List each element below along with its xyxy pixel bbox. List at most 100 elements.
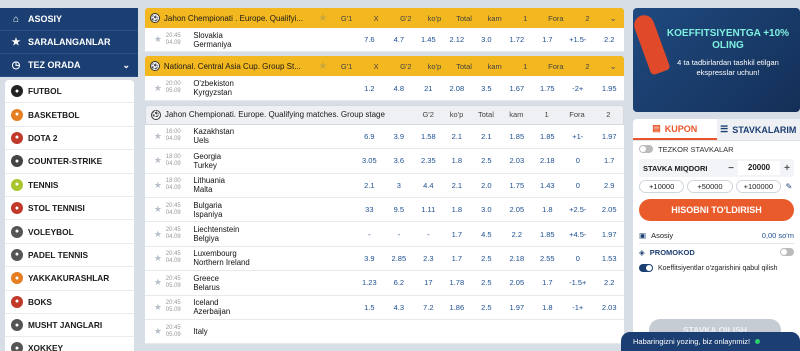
odds-cell[interactable]: 1.97 [594, 230, 624, 239]
favorite-star-icon[interactable]: ★ [150, 83, 166, 94]
odds-cell[interactable]: 1.85 [534, 230, 562, 239]
chevron-down-icon[interactable]: ⌄ [602, 61, 624, 72]
quick-amount-button[interactable]: +10000 [639, 180, 685, 193]
odds-cell[interactable]: 0 [561, 181, 594, 190]
odds-cell[interactable]: 2.12 [441, 35, 472, 44]
odds-cell[interactable]: 7.2 [416, 303, 442, 312]
odds-cell[interactable]: 1.8 [534, 303, 562, 312]
favorite-star-icon[interactable]: ★ [150, 155, 166, 166]
odds-cell[interactable]: 1.8 [441, 156, 472, 165]
odds-cell[interactable]: 2.5 [473, 254, 501, 263]
odds-cell[interactable]: 1.5 [357, 303, 383, 312]
odds-cell[interactable]: 2.03 [594, 303, 624, 312]
odds-cell[interactable]: 1.8 [534, 205, 562, 214]
odds-cell[interactable]: -2+ [561, 84, 594, 93]
match-row[interactable]: ★ 20:45 04.09 Liechtenstein Belgiya - - -1.7 4.5… [145, 222, 624, 247]
odds-cell[interactable]: +1- [561, 132, 594, 141]
odds-cell[interactable]: 2.5 [473, 156, 501, 165]
favorite-star-icon[interactable]: ★ [150, 253, 166, 264]
odds-cell[interactable]: 0 [561, 254, 594, 263]
odds-cell[interactable]: 2.35 [416, 156, 442, 165]
promocode-toggle[interactable] [780, 248, 794, 256]
sport-item[interactable]: ● MUSHT JANGLARI [5, 314, 134, 338]
odds-cell[interactable]: 2.55 [534, 254, 562, 263]
odds-cell[interactable]: 4.8 [382, 84, 415, 93]
league-header[interactable]: ⚽ Jahon Chempionati. Europe. Qualifying m… [145, 104, 624, 125]
match-row[interactable]: ★ 20:45 05.09 Italy [145, 319, 624, 345]
sport-item[interactable]: ● STOL TENNISI [5, 197, 134, 221]
favorite-star-icon[interactable]: ★ [312, 13, 334, 24]
stake-minus-button[interactable]: − [724, 163, 738, 174]
odds-cell[interactable]: 9.5 [382, 205, 415, 214]
odds-cell[interactable]: 1.97 [594, 132, 624, 141]
quick-amount-button[interactable]: +100000 [735, 180, 781, 193]
match-row[interactable]: ★ 18:00 04.09 Georgia Turkey 3.05 3.6 2.35 1.8 2.… [145, 149, 624, 174]
chevron-down-icon[interactable]: ⌄ [602, 13, 624, 24]
top-up-button[interactable]: HISOBNI TO'LDIRISH [639, 199, 794, 221]
odds-cell[interactable]: 2.03 [500, 156, 533, 165]
accept-odds-toggle[interactable] [639, 264, 653, 272]
odds-cell[interactable]: 3.05 [357, 156, 383, 165]
odds-cell[interactable]: 1.86 [441, 303, 472, 312]
odds-cell[interactable]: 1.85 [500, 132, 533, 141]
odds-cell[interactable]: +2.5- [561, 205, 594, 214]
odds-cell[interactable]: 2.85 [382, 254, 415, 263]
odds-cell[interactable]: 1.72 [500, 35, 533, 44]
odds-cell[interactable]: 1.7 [441, 254, 472, 263]
sport-item[interactable]: ● PADEL TENNIS [5, 244, 134, 268]
odds-cell[interactable]: 33 [357, 205, 383, 214]
odds-cell[interactable]: 2.1 [357, 181, 383, 190]
odds-cell[interactable]: 1.8 [441, 205, 472, 214]
odds-cell[interactable]: 3.0 [473, 205, 501, 214]
odds-cell[interactable]: 2.08 [441, 84, 472, 93]
odds-cell[interactable]: 6.9 [357, 132, 383, 141]
sport-item[interactable]: ● BOKS [5, 291, 134, 314]
odds-cell[interactable]: 4.7 [382, 35, 415, 44]
odds-cell[interactable]: 1.97 [500, 303, 533, 312]
odds-cell[interactable]: 4.4 [416, 181, 442, 190]
odds-cell[interactable]: +1.5- [561, 35, 594, 44]
odds-cell[interactable]: 6.2 [382, 278, 415, 287]
odds-cell[interactable]: 2.1 [473, 132, 501, 141]
nav-item-home[interactable]: ⌂ ASOSIY [0, 8, 138, 31]
favorite-star-icon[interactable]: ★ [150, 302, 166, 313]
odds-cell[interactable]: 1.43 [534, 181, 562, 190]
odds-cell[interactable]: 2.1 [441, 132, 472, 141]
odds-cell[interactable]: - [382, 230, 415, 239]
odds-cell[interactable]: 1.78 [441, 278, 472, 287]
favorite-star-icon[interactable]: ★ [150, 326, 166, 337]
stake-input[interactable]: 20000 [738, 161, 780, 175]
sport-item[interactable]: ● COUNTER-STRIKE [5, 150, 134, 174]
odds-cell[interactable]: 2.05 [500, 278, 533, 287]
odds-cell[interactable]: -1.5+ [561, 278, 594, 287]
sport-item[interactable]: ● VOLEYBOL [5, 220, 134, 244]
odds-cell[interactable]: 2.3 [416, 254, 442, 263]
match-row[interactable]: ★ 20:45 05.09 Iceland Azerbaijan 1.5 4.3 7.2 1.8… [145, 295, 624, 320]
promo-banner[interactable]: KOEFFITSIYENTGA +10% OLING 4 ta tadbirla… [633, 8, 800, 112]
odds-cell[interactable]: 2.05 [500, 205, 533, 214]
odds-cell[interactable]: 1.58 [416, 132, 442, 141]
favorite-star-icon[interactable]: ★ [150, 277, 166, 288]
nav-item-upcoming[interactable]: ◷ TEZ ORADA ⌄ [0, 54, 138, 77]
match-row[interactable]: ★ 20:45 04.09 Bulgaria Ispaniya 33 9.5 1.11 1.8 3… [145, 197, 624, 223]
match-row[interactable]: ★ 18:00 04.09 Lithuania Malta 2.1 3 4.4 2.1 2.0 1.… [145, 173, 624, 198]
odds-cell[interactable]: 2.1 [441, 181, 472, 190]
favorite-star-icon[interactable]: ★ [312, 61, 334, 72]
odds-cell[interactable]: 7.6 [357, 35, 383, 44]
match-row[interactable]: ★ 16:00 04.09 Kazakhstan Uels 6.9 3.9 1.58 2.1 2.… [145, 124, 624, 150]
odds-cell[interactable]: 0 [561, 156, 594, 165]
odds-cell[interactable]: 1.7 [441, 230, 472, 239]
odds-cell[interactable]: 2.18 [500, 254, 533, 263]
odds-cell[interactable]: 1.7 [594, 156, 624, 165]
nav-item-favorites[interactable]: ★ SARALANGANLAR [0, 31, 138, 54]
odds-cell[interactable]: 1.85 [534, 132, 562, 141]
odds-cell[interactable]: 2.9 [594, 181, 624, 190]
odds-cell[interactable]: 1.11 [416, 205, 442, 214]
odds-cell[interactable]: 2.2 [594, 278, 624, 287]
odds-cell[interactable]: 1.2 [357, 84, 383, 93]
odds-cell[interactable]: 3.9 [357, 254, 383, 263]
match-row[interactable]: ★ 20:45 04.09 Luxembourg Northern Ireland 3.9… [145, 246, 624, 272]
tab-my-bets[interactable]: ☰ STAVKALARIM [716, 119, 800, 140]
chat-widget[interactable]: Habaringizni yozing, biz onlaynmiz! [621, 332, 800, 351]
favorite-star-icon[interactable]: ★ [150, 229, 166, 240]
